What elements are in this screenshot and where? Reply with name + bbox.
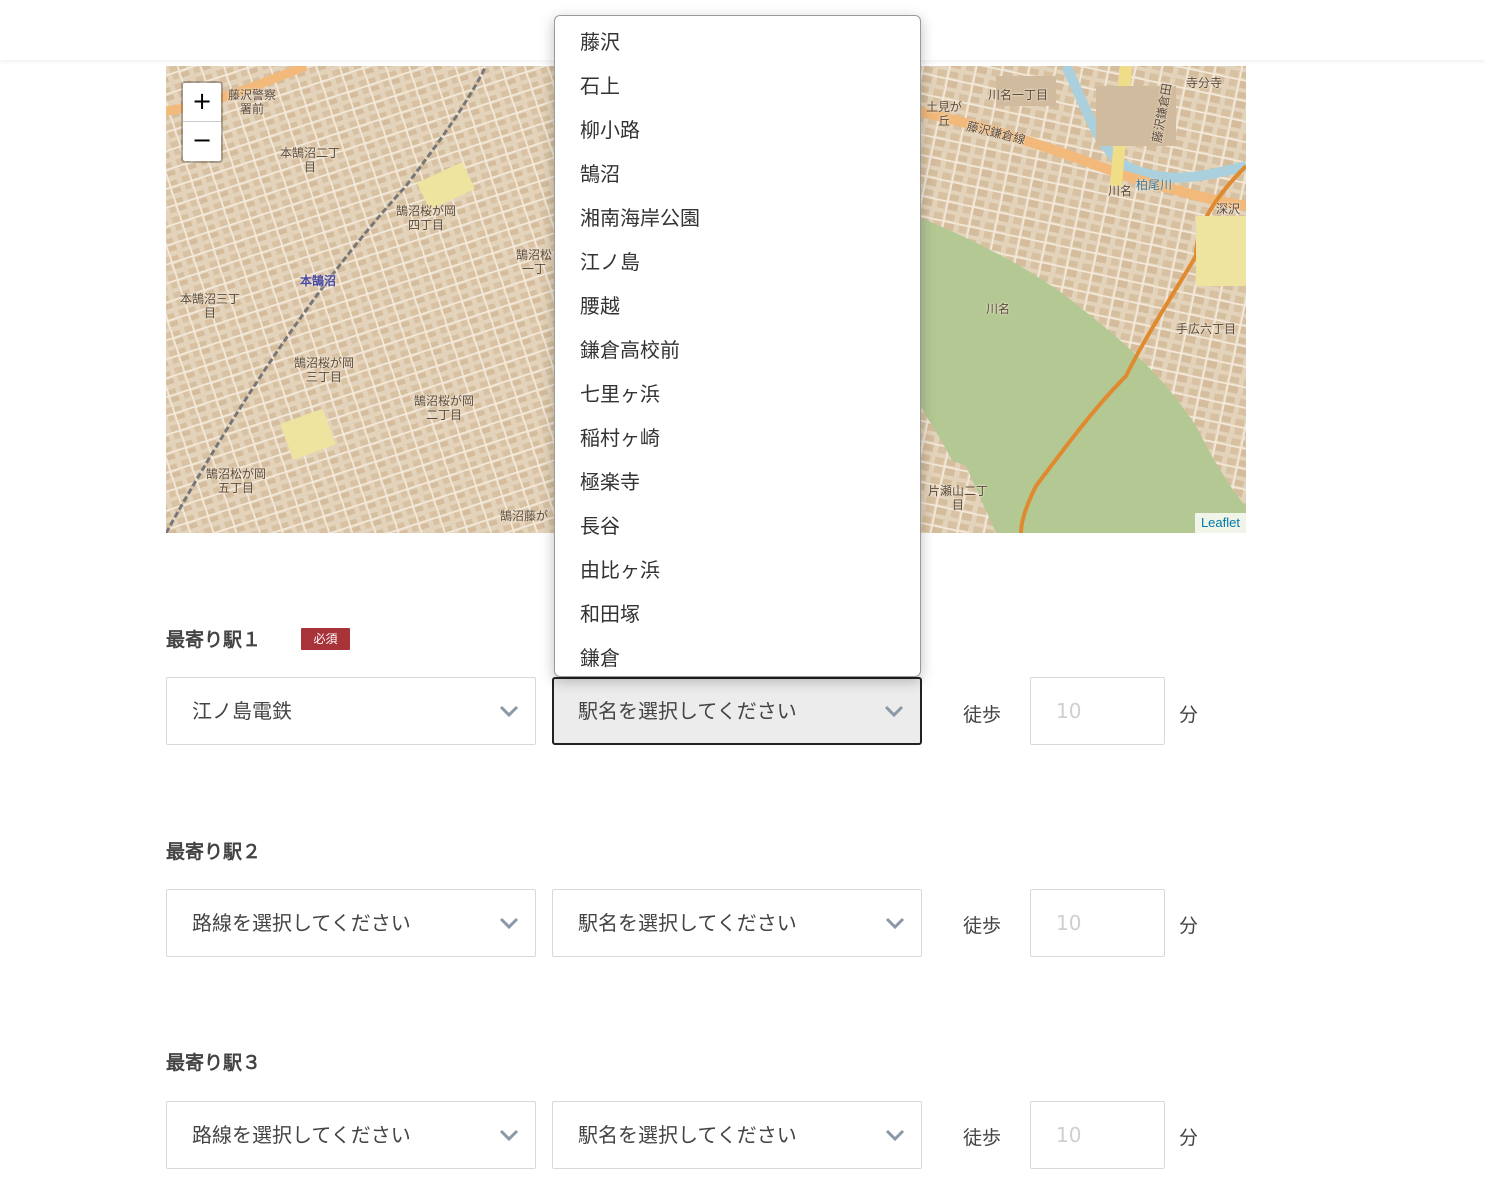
dropdown-option[interactable]: 藤沢 bbox=[555, 20, 920, 64]
chevron-down-icon bbox=[499, 917, 519, 929]
select-value: 路線を選択してください bbox=[192, 911, 411, 935]
plus-icon[interactable]: + bbox=[183, 83, 221, 122]
minutes-unit: 分 bbox=[1179, 1127, 1199, 1149]
dropdown-option[interactable]: 柳小路 bbox=[555, 108, 920, 152]
select-value: 駅名を選択してください bbox=[578, 911, 797, 935]
map-label: 鵠沼桜が岡 三丁目 bbox=[294, 356, 355, 384]
chevron-down-icon bbox=[499, 1129, 519, 1141]
dropdown-option[interactable]: 鵠沼 bbox=[555, 152, 920, 196]
required-badge: 必須 bbox=[301, 628, 350, 650]
select-value: 駅名を選択してください bbox=[578, 699, 797, 723]
map-label: 川名 bbox=[986, 302, 1011, 316]
dropdown-option[interactable]: 江ノ島 bbox=[555, 240, 920, 284]
map-label: 本鵠沼二丁目 bbox=[280, 146, 341, 174]
chevron-down-icon bbox=[885, 917, 905, 929]
map-label: 鵠沼藤が bbox=[500, 509, 549, 523]
map-label: 川名一丁目 bbox=[988, 88, 1049, 102]
map-label: 鵠沼桜が岡 二丁目 bbox=[414, 394, 475, 422]
station1-label: 最寄り駅１ bbox=[166, 629, 262, 651]
dropdown-option[interactable]: 稲村ヶ崎 bbox=[555, 416, 920, 460]
select-value: 江ノ島電鉄 bbox=[192, 699, 292, 723]
zoom-control: + − bbox=[181, 81, 223, 163]
select-value: 路線を選択してください bbox=[192, 1123, 411, 1147]
station1-line-select[interactable]: 江ノ島電鉄 bbox=[166, 677, 536, 745]
station3-label: 最寄り駅３ bbox=[166, 1052, 262, 1074]
minutes-unit: 分 bbox=[1179, 704, 1199, 726]
dropdown-option[interactable]: 和田塚 bbox=[555, 592, 920, 636]
dropdown-option[interactable]: 鎌倉 bbox=[555, 636, 920, 676]
dropdown-option[interactable]: 石上 bbox=[555, 64, 920, 108]
walk-label: 徒歩 bbox=[963, 1127, 1002, 1149]
station3-station-select[interactable]: 駅名を選択してください bbox=[552, 1101, 922, 1169]
map-label: 深沢 bbox=[1216, 202, 1241, 216]
dropdown-option[interactable]: 鎌倉高校前 bbox=[555, 328, 920, 372]
walk-label: 徒歩 bbox=[963, 704, 1002, 726]
map-label: 寺分寺 bbox=[1186, 76, 1223, 90]
dropdown-option[interactable]: 七里ヶ浜 bbox=[555, 372, 920, 416]
map-label: 川名 bbox=[1108, 184, 1133, 198]
station1-station-select[interactable]: 駅名を選択してください bbox=[552, 677, 922, 745]
chevron-down-icon bbox=[884, 705, 904, 717]
dropdown-option[interactable]: 腰越 bbox=[555, 284, 920, 328]
station2-line-select[interactable]: 路線を選択してください bbox=[166, 889, 536, 957]
select-value: 駅名を選択してください bbox=[578, 1123, 797, 1147]
map-attribution-link[interactable]: Leaflet bbox=[1194, 513, 1246, 533]
station2-label: 最寄り駅２ bbox=[166, 841, 262, 863]
station-dropdown-list[interactable]: 藤沢 石上 柳小路 鵠沼 湘南海岸公園 江ノ島 腰越 鎌倉高校前 七里ヶ浜 稲村… bbox=[554, 15, 921, 677]
station2-minutes-input[interactable] bbox=[1030, 889, 1165, 957]
chevron-down-icon bbox=[885, 1129, 905, 1141]
map-label: 鵠沼桜が岡 四丁目 bbox=[396, 204, 457, 232]
map-station-label: 本鵠沼 bbox=[300, 274, 337, 288]
map-label: 手広六丁目 bbox=[1176, 322, 1237, 336]
station1-minutes-input[interactable] bbox=[1030, 677, 1165, 745]
minus-icon[interactable]: − bbox=[183, 122, 221, 161]
map-label: 藤沢警察 署前 bbox=[228, 88, 277, 116]
dropdown-option[interactable]: 由比ヶ浜 bbox=[555, 548, 920, 592]
map-label: 土見が丘 bbox=[926, 100, 963, 128]
map-label: 本鵠沼三丁目 bbox=[180, 292, 241, 320]
map-label: 鵠沼松 一丁 bbox=[516, 248, 553, 276]
minutes-unit: 分 bbox=[1179, 915, 1199, 937]
chevron-down-icon bbox=[499, 705, 519, 717]
map-label: 柏尾川 bbox=[1136, 178, 1173, 192]
map-label: 鵠沼松が岡 五丁目 bbox=[206, 467, 267, 495]
dropdown-option[interactable]: 湘南海岸公園 bbox=[555, 196, 920, 240]
station3-minutes-input[interactable] bbox=[1030, 1101, 1165, 1169]
map-label: 片瀬山二丁目 bbox=[928, 484, 989, 512]
walk-label: 徒歩 bbox=[963, 915, 1002, 937]
station3-line-select[interactable]: 路線を選択してください bbox=[166, 1101, 536, 1169]
dropdown-option[interactable]: 長谷 bbox=[555, 504, 920, 548]
station2-station-select[interactable]: 駅名を選択してください bbox=[552, 889, 922, 957]
dropdown-option[interactable]: 極楽寺 bbox=[555, 460, 920, 504]
